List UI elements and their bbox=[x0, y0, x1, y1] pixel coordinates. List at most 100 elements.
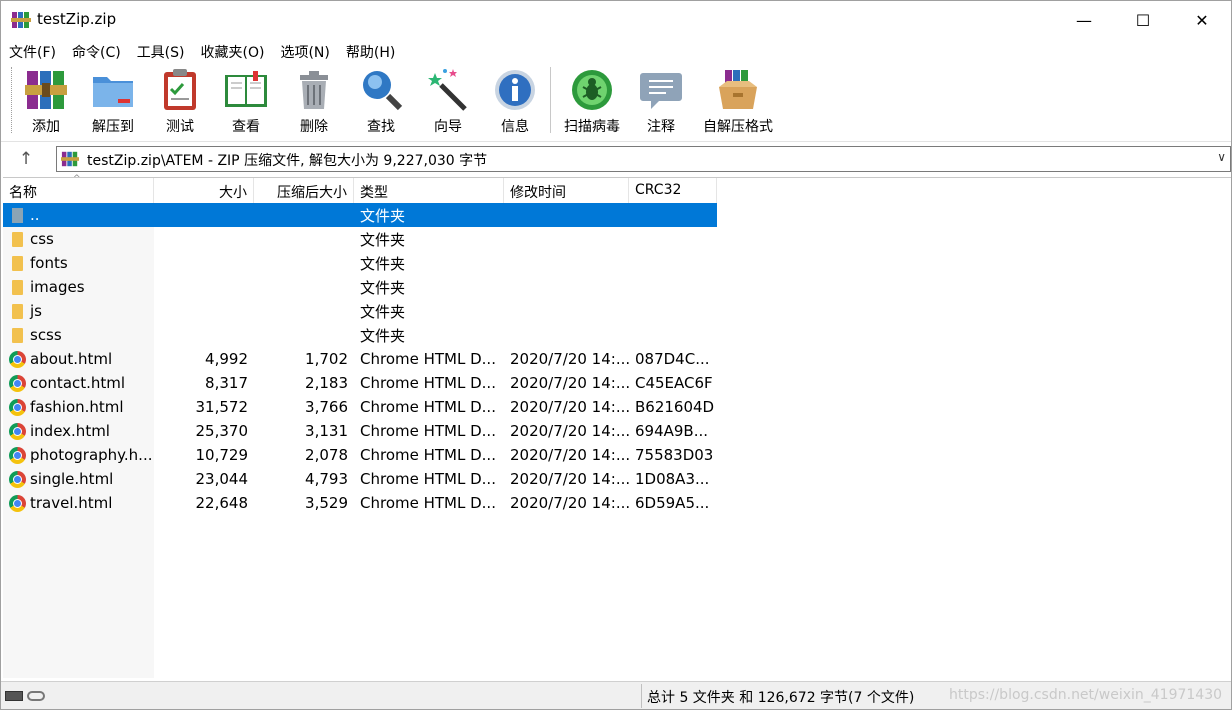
file-name: contact.html bbox=[30, 374, 125, 392]
cell-type: 文件夹 bbox=[354, 325, 504, 346]
file-name: fonts bbox=[30, 254, 68, 272]
cell-modified: 2020/7/20 14:... bbox=[504, 374, 629, 392]
view-button-label: 查看 bbox=[232, 116, 260, 136]
trash-can-icon bbox=[291, 67, 337, 113]
column-header-modified[interactable]: 修改时间 bbox=[504, 178, 629, 203]
cell-type: Chrome HTML D... bbox=[354, 470, 504, 488]
folder-icon bbox=[9, 303, 26, 320]
table-row[interactable]: contact.html8,3172,183Chrome HTML D...20… bbox=[3, 371, 717, 395]
wizard-button[interactable]: 向导 bbox=[425, 67, 471, 137]
column-header-name-label: 名称 bbox=[9, 185, 37, 201]
cell-packed-size: 2,183 bbox=[254, 374, 354, 392]
cell-name: index.html bbox=[3, 422, 154, 440]
cell-crc32: 6D59A5... bbox=[629, 494, 717, 512]
cell-type: Chrome HTML D... bbox=[354, 494, 504, 512]
cell-crc32: 1D08A3... bbox=[629, 470, 717, 488]
menu-bar: 文件(F) 命令(C) 工具(S) 收藏夹(O) 选项(N) 帮助(H) bbox=[1, 39, 1231, 63]
status-bar: 总计 5 文件夹 和 126,672 字节(7 个文件) https://blo… bbox=[1, 681, 1231, 709]
cell-packed-size: 3,766 bbox=[254, 398, 354, 416]
table-row[interactable]: about.html4,9921,702Chrome HTML D...2020… bbox=[3, 347, 717, 371]
close-button[interactable]: ✕ bbox=[1173, 1, 1231, 39]
view-button[interactable]: 查看 bbox=[221, 67, 271, 137]
maximize-button[interactable]: ☐ bbox=[1114, 1, 1172, 39]
cell-name: fonts bbox=[3, 254, 154, 272]
comment-button[interactable]: 注释 bbox=[638, 67, 684, 137]
table-row[interactable]: js文件夹 bbox=[3, 299, 717, 323]
chrome-html-icon bbox=[9, 471, 26, 488]
add-button[interactable]: 添加 bbox=[23, 67, 69, 137]
drive-icon[interactable] bbox=[5, 691, 23, 701]
file-name: single.html bbox=[30, 470, 113, 488]
minimize-button[interactable]: — bbox=[1055, 1, 1113, 39]
extract-to-button[interactable]: 解压到 bbox=[88, 67, 138, 137]
file-name: .. bbox=[30, 206, 40, 224]
menu-commands[interactable]: 命令(C) bbox=[64, 39, 129, 63]
up-level-button[interactable]: ↑ bbox=[9, 147, 43, 171]
toolbar-grip[interactable] bbox=[11, 67, 13, 133]
cell-modified: 2020/7/20 14:... bbox=[504, 494, 629, 512]
open-book-icon bbox=[223, 67, 269, 113]
cell-name: travel.html bbox=[3, 494, 154, 512]
sfx-box-icon bbox=[715, 67, 761, 113]
sfx-button[interactable]: 自解压格式 bbox=[699, 67, 777, 137]
column-header-type[interactable]: 类型 bbox=[354, 178, 504, 203]
table-row[interactable]: photography.h...10,7292,078Chrome HTML D… bbox=[3, 443, 717, 467]
cell-packed-size: 3,529 bbox=[254, 494, 354, 512]
menu-file[interactable]: 文件(F) bbox=[1, 39, 64, 63]
cell-modified: 2020/7/20 14:... bbox=[504, 398, 629, 416]
column-header-size[interactable]: 大小 bbox=[154, 178, 254, 203]
cell-crc32: 75583D03 bbox=[629, 446, 717, 464]
table-row[interactable]: scss文件夹 bbox=[3, 323, 717, 347]
cell-packed-size: 4,793 bbox=[254, 470, 354, 488]
cell-modified: 2020/7/20 14:... bbox=[504, 350, 629, 368]
chrome-html-icon bbox=[9, 375, 26, 392]
cell-crc32: B621604D bbox=[629, 398, 717, 416]
key-icon[interactable] bbox=[27, 691, 45, 701]
table-row[interactable]: images文件夹 bbox=[3, 275, 717, 299]
menu-help[interactable]: 帮助(H) bbox=[338, 39, 403, 63]
column-header-packed[interactable]: 压缩后大小 bbox=[254, 178, 354, 203]
virus-scan-button[interactable]: 扫描病毒 bbox=[561, 67, 623, 137]
table-row[interactable]: fashion.html31,5723,766Chrome HTML D...2… bbox=[3, 395, 717, 419]
cell-name: photography.h... bbox=[3, 446, 154, 464]
virus-scan-icon bbox=[569, 67, 615, 113]
address-dropdown-icon[interactable]: ∨ bbox=[1217, 150, 1226, 164]
cell-size: 23,044 bbox=[154, 470, 254, 488]
cell-modified: 2020/7/20 14:... bbox=[504, 446, 629, 464]
magnifier-icon bbox=[358, 67, 404, 113]
window-title: testZip.zip bbox=[37, 10, 116, 28]
address-bar[interactable]: testZip.zip\ATEM - ZIP 压缩文件, 解包大小为 9,227… bbox=[56, 146, 1231, 172]
column-header-name[interactable]: ^ 名称 bbox=[3, 178, 154, 203]
toolbar-separator bbox=[550, 67, 552, 133]
table-row[interactable]: css文件夹 bbox=[3, 227, 717, 251]
clipboard-check-icon bbox=[157, 67, 203, 113]
folder-icon bbox=[9, 327, 26, 344]
table-row[interactable]: ..文件夹 bbox=[3, 203, 717, 227]
comment-button-label: 注释 bbox=[647, 116, 675, 136]
table-row[interactable]: single.html23,0444,793Chrome HTML D...20… bbox=[3, 467, 717, 491]
menu-tools[interactable]: 工具(S) bbox=[129, 39, 193, 63]
cell-type: Chrome HTML D... bbox=[354, 422, 504, 440]
file-name: about.html bbox=[30, 350, 112, 368]
menu-favorites[interactable]: 收藏夹(O) bbox=[193, 39, 273, 63]
column-header-crc32[interactable]: CRC32 bbox=[629, 178, 717, 203]
title-bar: testZip.zip — ☐ ✕ bbox=[1, 1, 1231, 39]
file-list[interactable]: ^ 名称 大小 压缩后大小 类型 修改时间 CRC32 ..文件夹css文件夹f… bbox=[3, 177, 1231, 679]
winrar-app-icon bbox=[11, 10, 31, 30]
test-button[interactable]: 测试 bbox=[159, 67, 201, 137]
delete-button[interactable]: 删除 bbox=[291, 67, 337, 137]
table-row[interactable]: index.html25,3703,131Chrome HTML D...202… bbox=[3, 419, 717, 443]
table-row[interactable]: travel.html22,6483,529Chrome HTML D...20… bbox=[3, 491, 717, 515]
wizard-button-label: 向导 bbox=[434, 116, 462, 136]
delete-button-label: 删除 bbox=[300, 116, 328, 136]
toolbar: 添加 解压到 测试 bbox=[1, 63, 1231, 139]
chrome-html-icon bbox=[9, 495, 26, 512]
cell-name: fashion.html bbox=[3, 398, 154, 416]
info-button[interactable]: 信息 bbox=[492, 67, 538, 137]
books-archive-icon bbox=[23, 67, 69, 113]
find-button[interactable]: 查找 bbox=[358, 67, 404, 137]
folder-extract-icon bbox=[90, 67, 136, 113]
comment-icon bbox=[638, 67, 684, 113]
menu-options[interactable]: 选项(N) bbox=[272, 39, 337, 63]
table-row[interactable]: fonts文件夹 bbox=[3, 251, 717, 275]
